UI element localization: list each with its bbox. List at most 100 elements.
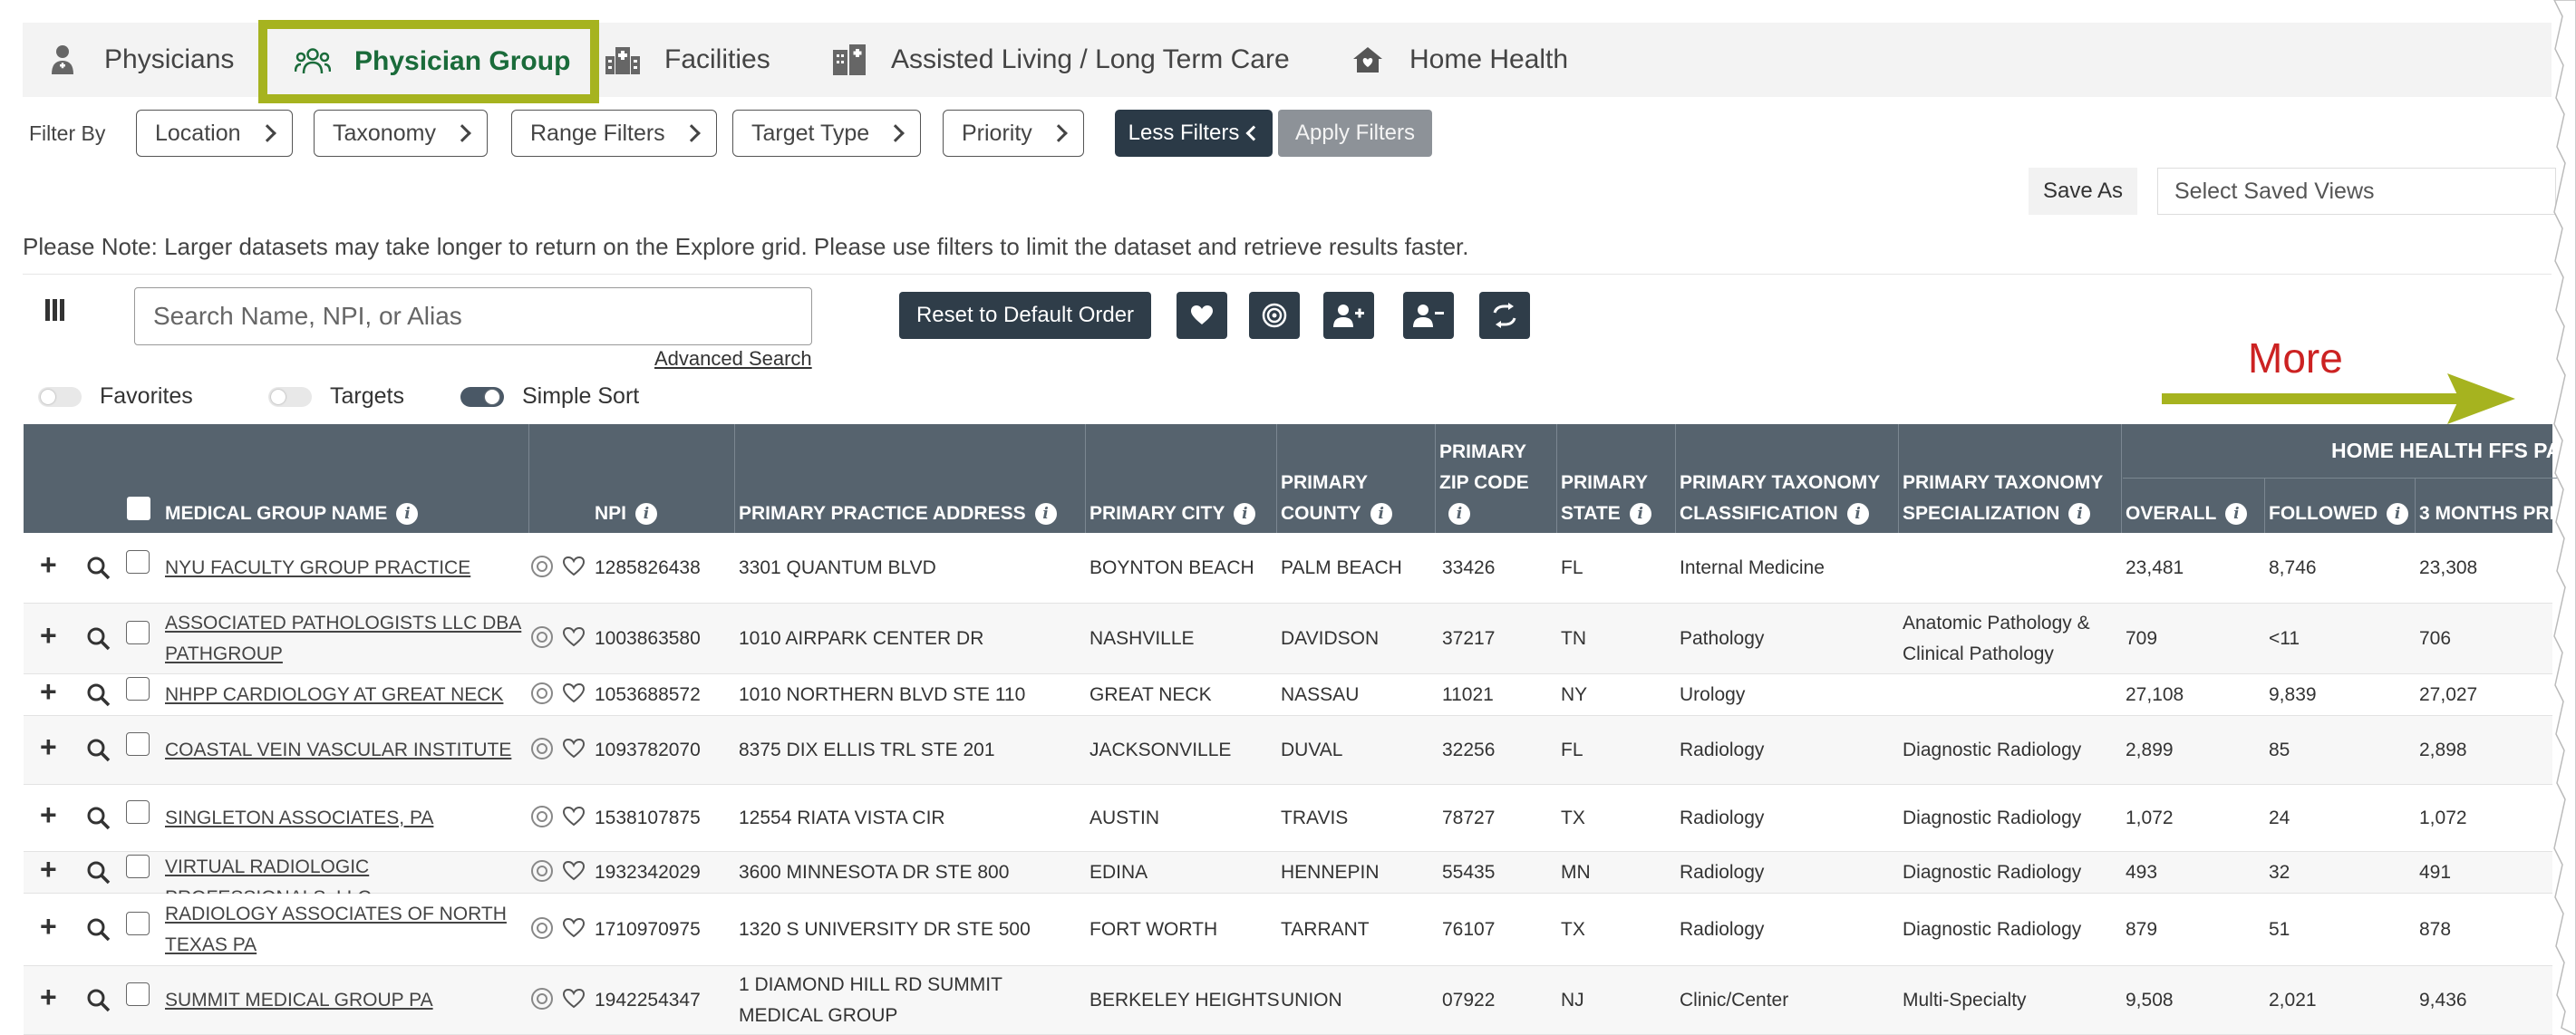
search-icon[interactable]	[87, 807, 111, 830]
expand-row-icon[interactable]: +	[40, 798, 57, 832]
search-icon[interactable]	[87, 739, 111, 762]
table-row[interactable]: + COASTAL VEIN VASCULAR INSTITUTE 10937820…	[24, 716, 2552, 785]
cell-name[interactable]: RADIOLOGY ASSOCIATES OF NORTH TEXAS PA	[165, 899, 528, 961]
info-icon[interactable]: i	[635, 503, 658, 526]
row-checkbox[interactable]	[126, 732, 150, 756]
targets-toggle[interactable]: Targets	[268, 383, 404, 410]
row-checkbox[interactable]	[126, 800, 150, 824]
less-filters-button[interactable]: Less Filters	[1115, 110, 1273, 157]
col-header-zip[interactable]: PRIMARY ZIP CODE i	[1439, 437, 1548, 529]
simple-sort-toggle[interactable]: Simple Sort	[460, 383, 639, 410]
tab-facilities[interactable]: Facilities	[605, 23, 770, 97]
expand-row-icon[interactable]: +	[40, 853, 57, 886]
filter-location-button[interactable]: Location	[136, 110, 293, 157]
row-checkbox[interactable]	[126, 677, 150, 701]
col-header-county[interactable]: PRIMARY COUNTY i	[1281, 468, 1426, 529]
col-header-npi[interactable]: NPI i	[595, 498, 658, 529]
search-icon[interactable]	[87, 683, 111, 707]
expand-row-icon[interactable]: +	[40, 675, 57, 709]
cell-name[interactable]: ASSOCIATED PATHOLOGISTS LLC DBA PATHGROU…	[165, 608, 528, 670]
info-icon[interactable]: i	[1370, 503, 1392, 526]
saved-views-select[interactable]: Select Saved Views	[2157, 168, 2556, 215]
search-icon[interactable]	[87, 556, 111, 580]
info-icon[interactable]: i	[1234, 503, 1256, 526]
expand-row-icon[interactable]: +	[40, 730, 57, 764]
search-icon[interactable]	[87, 627, 111, 651]
col-header-address[interactable]: PRIMARY PRACTICE ADDRESS i	[739, 498, 1057, 529]
col-header-name[interactable]: MEDICAL GROUP NAME i	[165, 498, 419, 529]
col-header-classification[interactable]: PRIMARY TAXONOMY CLASSIFICATION i	[1680, 468, 1897, 529]
select-all-checkbox[interactable]	[127, 497, 150, 520]
table-row[interactable]: + ASSOCIATED PATHOLOGISTS LLC DBA PATHGRO…	[24, 604, 2552, 674]
search-icon[interactable]	[87, 918, 111, 942]
favorite-button[interactable]	[1177, 292, 1227, 339]
columns-icon[interactable]	[45, 299, 65, 323]
col-header-overall[interactable]: OVERALL i	[2126, 498, 2248, 529]
heart-icon[interactable]	[562, 860, 586, 882]
target-icon[interactable]	[531, 738, 553, 759]
row-checkbox[interactable]	[126, 982, 150, 1006]
target-icon[interactable]	[531, 626, 553, 648]
info-icon[interactable]: i	[2387, 503, 2409, 526]
search-icon[interactable]	[87, 861, 111, 885]
filter-taxonomy-button[interactable]: Taxonomy	[314, 110, 488, 157]
target-icon[interactable]	[531, 556, 553, 577]
expand-row-icon[interactable]: +	[40, 910, 57, 943]
simple-sort-switch[interactable]	[460, 386, 504, 407]
info-icon[interactable]: i	[2225, 503, 2248, 526]
search-icon[interactable]	[87, 989, 111, 1012]
expand-row-icon[interactable]: +	[40, 981, 57, 1014]
target-icon[interactable]	[531, 860, 553, 882]
filter-range-button[interactable]: Range Filters	[511, 110, 717, 157]
reset-order-button[interactable]: Reset to Default Order	[899, 292, 1151, 339]
filter-priority-button[interactable]: Priority	[943, 110, 1084, 157]
tab-physicians[interactable]: Physicians	[44, 23, 234, 97]
heart-icon[interactable]	[562, 917, 586, 939]
filter-target-type-button[interactable]: Target Type	[732, 110, 922, 157]
heart-icon[interactable]	[562, 806, 586, 827]
row-checkbox[interactable]	[126, 550, 150, 574]
info-icon[interactable]: i	[1448, 503, 1470, 526]
heart-icon[interactable]	[562, 556, 586, 577]
expand-row-icon[interactable]: +	[40, 548, 57, 582]
remove-user-button[interactable]	[1403, 292, 1454, 339]
target-icon[interactable]	[531, 682, 553, 704]
expand-row-icon[interactable]: +	[40, 619, 57, 653]
col-header-prior[interactable]: 3 MONTHS PRIOR	[2419, 498, 2555, 529]
row-checkbox[interactable]	[126, 912, 150, 935]
cell-name[interactable]: SINGLETON ASSOCIATES, PA	[165, 803, 528, 834]
col-header-specialization[interactable]: PRIMARY TAXONOMY SPECIALIZATION i	[1903, 468, 2120, 529]
heart-icon[interactable]	[562, 626, 586, 648]
table-row[interactable]: + RADIOLOGY ASSOCIATES OF NORTH TEXAS PA 1…	[24, 894, 2552, 966]
tab-home-health[interactable]: Home Health	[1350, 23, 1568, 97]
favorites-toggle[interactable]: Favorites	[38, 383, 193, 410]
tab-assisted-living[interactable]: Assisted Living / Long Term Care	[831, 23, 1290, 97]
table-row[interactable]: + NHPP CARDIOLOGY AT GREAT NECK 1053688572…	[24, 674, 2552, 716]
targets-switch[interactable]	[268, 386, 312, 407]
table-row[interactable]: + SUMMIT MEDICAL GROUP PA 1942254347 1 DIAM…	[24, 966, 2552, 1035]
row-checkbox[interactable]	[126, 621, 150, 644]
col-header-city[interactable]: PRIMARY CITY i	[1089, 498, 1256, 529]
search-input[interactable]: Search Name, NPI, or Alias	[134, 287, 812, 345]
target-icon[interactable]	[531, 917, 553, 939]
target-button[interactable]	[1249, 292, 1300, 339]
heart-icon[interactable]	[562, 738, 586, 759]
advanced-search-link[interactable]: Advanced Search	[654, 347, 812, 371]
row-checkbox[interactable]	[126, 855, 150, 878]
heart-icon[interactable]	[562, 682, 586, 704]
favorites-switch[interactable]	[38, 386, 82, 407]
table-row[interactable]: +VIRTUAL RADIOLOGIC PROFESSIONALS, LLC19…	[24, 852, 2552, 908]
table-row[interactable]: + SINGLETON ASSOCIATES, PA 1538107875 12554…	[24, 785, 2552, 852]
col-header-state[interactable]: PRIMARY STATE i	[1561, 468, 1670, 529]
info-icon[interactable]: i	[2068, 503, 2091, 526]
add-user-button[interactable]	[1323, 292, 1374, 339]
info-icon[interactable]: i	[396, 503, 419, 526]
target-icon[interactable]	[531, 988, 553, 1010]
col-header-followed[interactable]: FOLLOWED i	[2269, 498, 2409, 529]
apply-filters-button[interactable]: Apply Filters	[1278, 110, 1432, 157]
cell-name[interactable]: SUMMIT MEDICAL GROUP PA	[165, 985, 528, 1016]
info-icon[interactable]: i	[1629, 503, 1651, 526]
heart-icon[interactable]	[562, 988, 586, 1010]
info-icon[interactable]: i	[1034, 503, 1057, 526]
table-row[interactable]: + NYU FACULTY GROUP PRACTICE 1285826438 330…	[24, 533, 2552, 604]
